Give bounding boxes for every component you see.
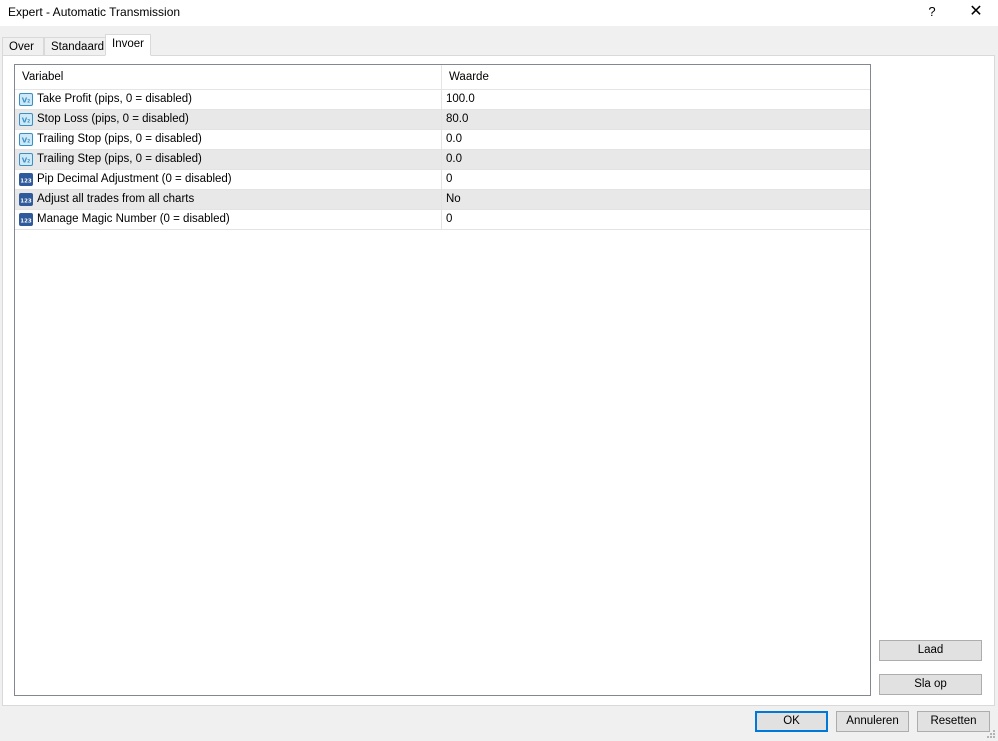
variable-cell: 123 Adjust all trades from all charts xyxy=(15,190,442,209)
table-row[interactable]: V₂ Trailing Stop (pips, 0 = disabled) 0.0 xyxy=(15,130,870,150)
integer-value-icon: 123 xyxy=(19,193,33,206)
column-header-value[interactable]: Waarde xyxy=(442,65,870,89)
svg-text:V₂: V₂ xyxy=(22,157,30,165)
close-button[interactable]: ✕ xyxy=(956,0,996,26)
table-row[interactable]: V₂ Trailing Step (pips, 0 = disabled) 0.0 xyxy=(15,150,870,170)
resize-grip-icon[interactable] xyxy=(986,729,996,739)
svg-text:123: 123 xyxy=(20,219,32,225)
ok-button[interactable]: OK xyxy=(755,711,828,732)
variable-cell: V₂ Stop Loss (pips, 0 = disabled) xyxy=(15,110,442,129)
table-row[interactable]: 123 Pip Decimal Adjustment (0 = disabled)… xyxy=(15,170,870,190)
variable-name: Stop Loss (pips, 0 = disabled) xyxy=(37,113,189,125)
double-value-icon: V₂ xyxy=(19,133,33,146)
grid-header: Variabel Waarde xyxy=(15,65,870,90)
integer-value-icon: 123 xyxy=(19,213,33,226)
svg-text:V₂: V₂ xyxy=(22,137,30,145)
title-bar: Expert - Automatic Transmission ? ✕ xyxy=(0,0,998,26)
double-value-icon: V₂ xyxy=(19,93,33,106)
variable-name: Adjust all trades from all charts xyxy=(37,193,195,205)
variable-name: Manage Magic Number (0 = disabled) xyxy=(37,213,230,225)
variable-name: Pip Decimal Adjustment (0 = disabled) xyxy=(37,173,232,185)
window-title: Expert - Automatic Transmission xyxy=(8,5,181,19)
reset-button[interactable]: Resetten xyxy=(917,711,990,732)
variable-cell: 123 Manage Magic Number (0 = disabled) xyxy=(15,210,442,229)
svg-text:V₂: V₂ xyxy=(22,117,30,125)
variable-cell: V₂ Take Profit (pips, 0 = disabled) xyxy=(15,90,442,109)
inputs-grid[interactable]: Variabel Waarde V₂ Take Profit (pips, 0 =… xyxy=(14,64,871,696)
tab-standaard[interactable]: Standaard xyxy=(44,37,106,55)
load-button[interactable]: Laad xyxy=(879,640,982,661)
grid-rows: V₂ Take Profit (pips, 0 = disabled) 100.0 V… xyxy=(15,90,870,230)
variable-cell: V₂ Trailing Stop (pips, 0 = disabled) xyxy=(15,130,442,149)
double-value-icon: V₂ xyxy=(19,113,33,126)
value-cell[interactable]: 0.0 xyxy=(442,150,870,169)
svg-text:123: 123 xyxy=(20,179,32,185)
variable-name: Trailing Step (pips, 0 = disabled) xyxy=(37,153,202,165)
help-button[interactable]: ? xyxy=(912,0,952,26)
table-row[interactable]: 123 Manage Magic Number (0 = disabled) 0 xyxy=(15,210,870,230)
value-cell[interactable]: 0 xyxy=(442,210,870,229)
value-cell[interactable]: 0.0 xyxy=(442,130,870,149)
value-cell[interactable]: 100.0 xyxy=(442,90,870,109)
svg-text:V₂: V₂ xyxy=(22,97,30,105)
double-value-icon: V₂ xyxy=(19,153,33,166)
table-row[interactable]: V₂ Take Profit (pips, 0 = disabled) 100.0 xyxy=(15,90,870,110)
integer-value-icon: 123 xyxy=(19,173,33,186)
tab-over[interactable]: Over xyxy=(2,37,44,55)
variable-name: Trailing Stop (pips, 0 = disabled) xyxy=(37,133,202,145)
column-header-variable[interactable]: Variabel xyxy=(15,65,442,89)
value-cell[interactable]: No xyxy=(442,190,870,209)
table-row[interactable]: 123 Adjust all trades from all charts No xyxy=(15,190,870,210)
variable-name: Take Profit (pips, 0 = disabled) xyxy=(37,93,193,105)
table-row[interactable]: V₂ Stop Loss (pips, 0 = disabled) 80.0 xyxy=(15,110,870,130)
variable-cell: 123 Pip Decimal Adjustment (0 = disabled) xyxy=(15,170,442,189)
cancel-button[interactable]: Annuleren xyxy=(836,711,909,732)
variable-cell: V₂ Trailing Step (pips, 0 = disabled) xyxy=(15,150,442,169)
tab-invoer[interactable]: Invoer xyxy=(105,34,151,56)
save-button[interactable]: Sla op xyxy=(879,674,982,695)
value-cell[interactable]: 0 xyxy=(442,170,870,189)
svg-text:123: 123 xyxy=(20,199,32,205)
value-cell[interactable]: 80.0 xyxy=(442,110,870,129)
